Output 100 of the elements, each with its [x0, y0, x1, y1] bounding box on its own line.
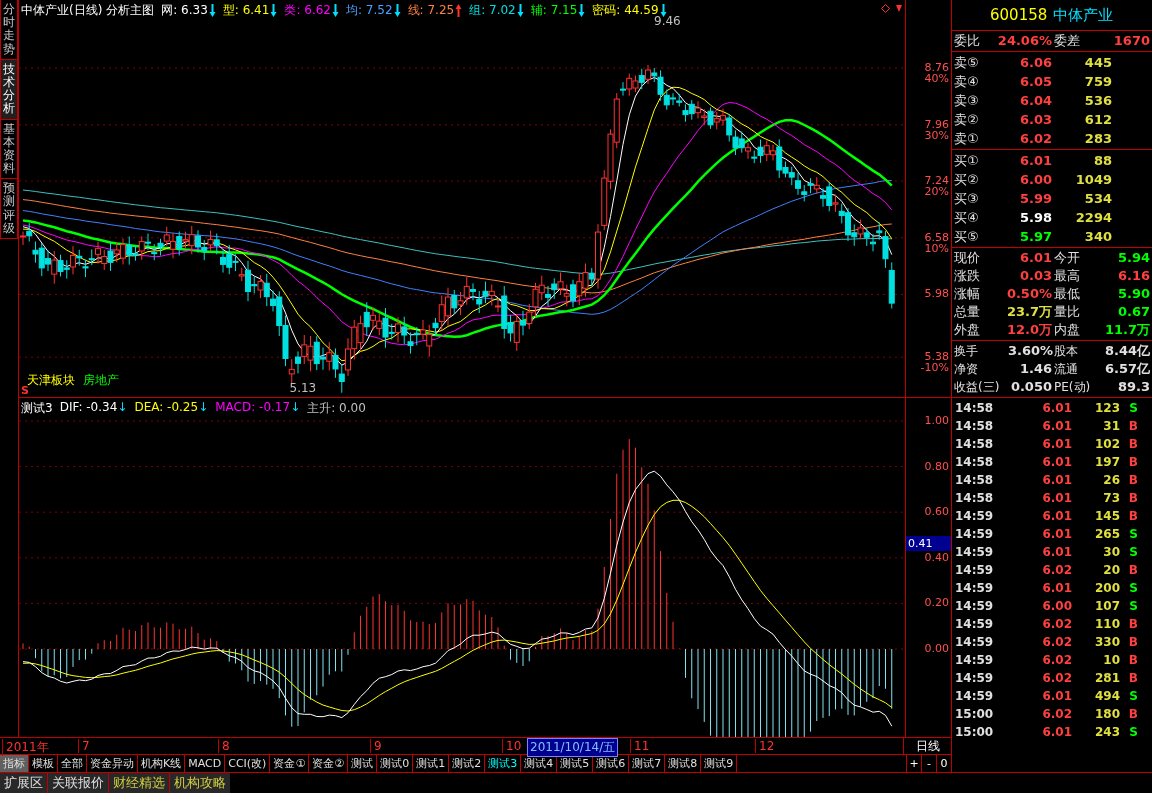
- indicator-tab[interactable]: 测试5: [557, 755, 594, 772]
- order-price: 6.03: [1018, 111, 1052, 129]
- quote-value: 24.06%: [996, 32, 1052, 50]
- zoom-button[interactable]: -: [921, 755, 936, 772]
- quote-value: 3.60%: [1008, 342, 1052, 360]
- order-price: 5.98: [1018, 209, 1052, 227]
- trade-volume: 494: [1093, 688, 1120, 705]
- order-price: 5.99: [1018, 190, 1052, 208]
- indicator-tick-label: 0.00: [924, 643, 949, 654]
- order-price: 6.04: [1018, 92, 1052, 110]
- quote-label: 涨幅: [953, 285, 981, 303]
- indicator-tab[interactable]: 测试3: [485, 755, 522, 772]
- trade-side: B: [1127, 418, 1139, 435]
- mode-tab[interactable]: 模板: [29, 755, 58, 772]
- indicator-tab[interactable]: 测试9: [701, 755, 738, 772]
- order-volume: 759: [1083, 73, 1112, 91]
- order-level-label: 卖①: [953, 130, 980, 148]
- trade-volume: 20: [1102, 562, 1120, 579]
- indicator-tick-label: 0.80: [924, 460, 949, 472]
- trade-volume: 281: [1093, 670, 1120, 687]
- indicator-tab[interactable]: 全部: [58, 755, 87, 772]
- quote-value: 0.50%: [1005, 285, 1052, 303]
- indicator-tab[interactable]: 测试: [348, 755, 378, 772]
- trade-side: B: [1127, 616, 1139, 633]
- quote-value: 8.44亿: [1103, 342, 1150, 360]
- trade-price: 6.01: [1041, 436, 1072, 453]
- order-price: 6.00: [1018, 171, 1052, 189]
- percent-tick-label: 30%: [924, 129, 949, 141]
- order-volume: 445: [1083, 54, 1112, 72]
- indicator-tick-label: 0.20: [924, 597, 949, 609]
- stock-code: 600158: [990, 6, 1048, 24]
- indicator-tab[interactable]: 资金①: [270, 755, 310, 772]
- trade-price: 6.00: [1041, 598, 1072, 615]
- indicator-tab[interactable]: 测试2: [449, 755, 486, 772]
- high-price-label: 9.46: [654, 14, 681, 29]
- trade-time: 14:59: [954, 526, 995, 543]
- indicator-tick-label: 0.60: [924, 506, 949, 518]
- side-tab[interactable]: 技术分析: [0, 59, 18, 120]
- indicator-value: 辅: 7.15: [530, 2, 578, 19]
- order-price: 6.02: [1018, 130, 1052, 148]
- stock-name: 中体产业: [1053, 5, 1114, 25]
- mode-tab[interactable]: 指标: [0, 755, 29, 772]
- trade-volume: 110: [1093, 616, 1120, 633]
- date-axis-label: 9: [370, 739, 382, 753]
- indicator-value: 均: 7.52: [345, 2, 393, 19]
- order-level-label: 卖⑤: [953, 54, 980, 72]
- trade-side: S: [1128, 688, 1139, 705]
- side-tab[interactable]: 预测评级: [0, 179, 18, 239]
- indicator-tab[interactable]: 测试8: [665, 755, 702, 772]
- order-volume: 340: [1083, 228, 1112, 246]
- date-axis-label: 12: [755, 739, 775, 753]
- bottom-tab[interactable]: 扩展区: [0, 773, 47, 793]
- quote-value: 0.050: [1009, 378, 1052, 396]
- quote-label: 现价: [953, 249, 981, 267]
- indicator-tab[interactable]: 机构K线: [138, 755, 186, 772]
- order-price: 5.97: [1018, 228, 1052, 246]
- bottom-tab[interactable]: 机构攻略: [170, 773, 230, 793]
- side-tab[interactable]: 基本资料: [0, 119, 18, 180]
- indicator-tab[interactable]: CCI(改): [225, 755, 271, 772]
- indicator-tab[interactable]: 资金异动: [87, 755, 138, 772]
- indicator-tab[interactable]: 测试6: [593, 755, 630, 772]
- quote-value: 0.67: [1116, 303, 1150, 321]
- trade-volume: 10: [1102, 652, 1120, 669]
- quote-label: 股本: [1053, 343, 1079, 360]
- trade-price: 6.02: [1041, 634, 1072, 651]
- trade-time: 14:58: [954, 400, 995, 417]
- trade-side: B: [1127, 508, 1139, 525]
- trade-time: 14:58: [954, 418, 995, 435]
- indicator-tab[interactable]: 测试4: [521, 755, 558, 772]
- date-axis-label: 11: [630, 739, 650, 753]
- trade-volume: 180: [1093, 706, 1120, 723]
- bottom-tab[interactable]: 关联报价: [48, 773, 108, 793]
- side-tab[interactable]: 分时走势: [0, 0, 18, 60]
- order-level-label: 卖④: [953, 73, 980, 91]
- trade-time: 15:00: [954, 724, 995, 741]
- trade-volume: 31: [1102, 418, 1120, 435]
- trade-side: S: [1128, 544, 1139, 561]
- zoom-button[interactable]: +: [906, 755, 921, 772]
- indicator-tab[interactable]: 测试0: [377, 755, 414, 772]
- trade-time: 14:58: [954, 472, 995, 489]
- trade-volume: 73: [1102, 490, 1120, 507]
- trade-side: S: [1128, 724, 1139, 741]
- percent-tick-label: 40%: [924, 73, 949, 85]
- trade-price: 6.02: [1041, 670, 1072, 687]
- indicator-tick-label: 1.00: [924, 415, 949, 426]
- indicator-tab[interactable]: MACD: [185, 755, 226, 772]
- indicator-tab[interactable]: 测试7: [629, 755, 666, 772]
- order-level-label: 买②: [953, 171, 980, 189]
- indicator-tab[interactable]: 资金②: [309, 755, 349, 772]
- zoom-button[interactable]: 0: [936, 755, 951, 772]
- diamond-icon[interactable]: [881, 4, 890, 13]
- quote-value: 6.16: [1116, 267, 1150, 285]
- trade-side: S: [1128, 598, 1139, 615]
- trade-price: 6.02: [1041, 562, 1072, 579]
- quote-label: 今开: [1053, 249, 1081, 267]
- trade-side: B: [1127, 670, 1139, 687]
- down-arrow-icon[interactable]: [895, 4, 903, 13]
- indicator-tab[interactable]: 测试1: [413, 755, 450, 772]
- bottom-tab[interactable]: 财经精选: [109, 773, 169, 793]
- trade-side: S: [1128, 580, 1139, 597]
